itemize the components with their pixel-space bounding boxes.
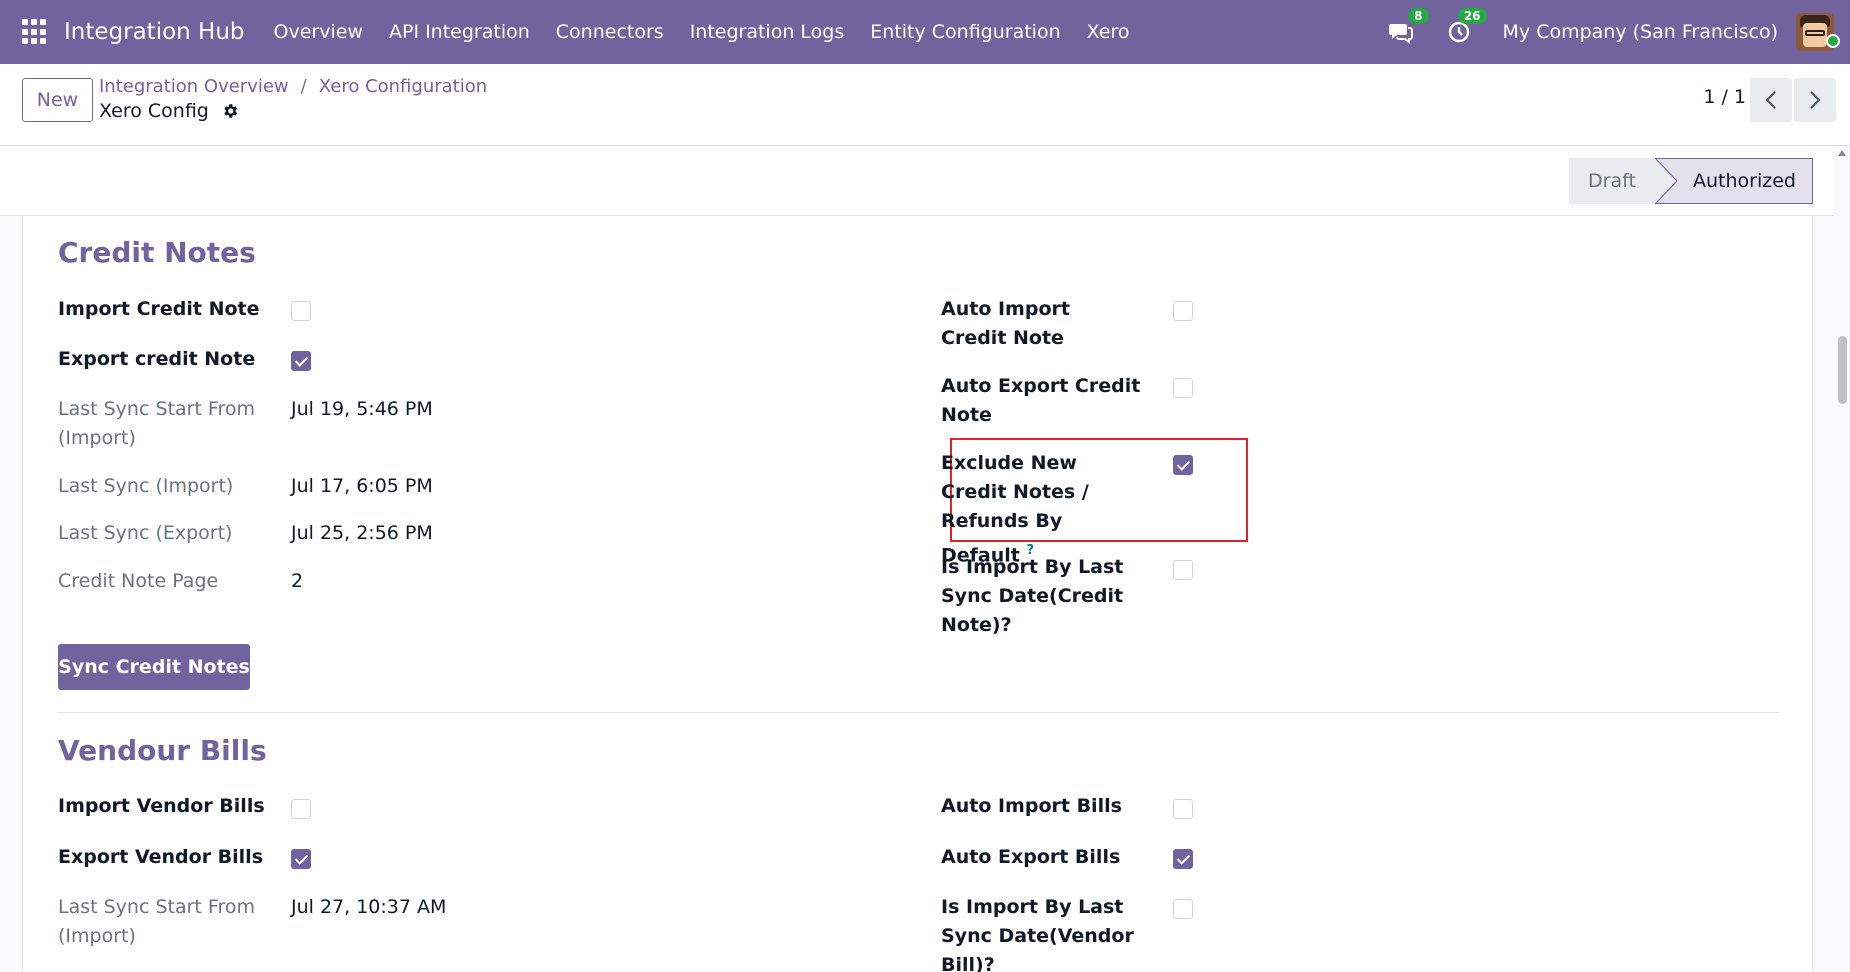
chevron-left-icon bbox=[1765, 91, 1776, 109]
breadcrumb-separator: / bbox=[300, 76, 307, 97]
record-title: Xero Config bbox=[99, 100, 239, 122]
checkbox-exclude-new-credit-notes[interactable] bbox=[1173, 455, 1193, 475]
menu-item-integration-logs[interactable]: Integration Logs bbox=[690, 21, 845, 43]
top-navbar: Integration Hub Overview API Integration… bbox=[0, 0, 1850, 64]
breadcrumb-integration-overview[interactable]: Integration Overview bbox=[99, 76, 289, 97]
field-label-auto-import-credit-note: Auto Import Credit Note bbox=[941, 298, 1070, 349]
field-label-import-by-last-sync-credit-note: Is Import By Last Sync Date(Credit Note)… bbox=[941, 556, 1124, 636]
gear-icon[interactable] bbox=[221, 102, 239, 120]
checkbox-auto-export-credit-note[interactable] bbox=[1173, 378, 1193, 398]
pager-next-button[interactable] bbox=[1794, 78, 1836, 122]
field-label-import-vendor-bills: Import Vendor Bills bbox=[58, 795, 265, 817]
activities-clock-icon[interactable]: 26 bbox=[1445, 8, 1487, 46]
menu-item-overview[interactable]: Overview bbox=[274, 21, 363, 43]
status-bar: Draft Authorized bbox=[0, 146, 1850, 216]
messages-icon[interactable]: 8 bbox=[1387, 8, 1429, 46]
scrollbar-thumb[interactable] bbox=[1838, 336, 1847, 404]
field-label-import-credit-note: Import Credit Note bbox=[58, 298, 260, 320]
new-button[interactable]: New bbox=[22, 78, 93, 122]
activities-badge: 26 bbox=[1457, 8, 1487, 24]
checkbox-auto-import-bills[interactable] bbox=[1173, 799, 1193, 819]
company-switcher[interactable]: My Company (San Francisco) bbox=[1503, 21, 1778, 43]
field-label-credit-note-page: Credit Note Page bbox=[58, 570, 219, 592]
control-panel: New Integration Overview / Xero Configur… bbox=[0, 64, 1850, 146]
section-title-credit-notes: Credit Notes bbox=[58, 236, 256, 269]
checkbox-import-vendor-bills[interactable] bbox=[291, 799, 311, 819]
checkbox-import-credit-note[interactable] bbox=[291, 301, 311, 321]
menu-item-api-integration[interactable]: API Integration bbox=[389, 21, 530, 43]
field-value-vendor-last-sync-start-import[interactable]: Jul 27, 10:37 AM bbox=[291, 893, 446, 922]
section-divider bbox=[58, 712, 1779, 713]
field-label-auto-import-bills: Auto Import Bills bbox=[941, 795, 1122, 817]
page-scrollbar[interactable] bbox=[1834, 146, 1850, 972]
field-value-credit-note-page[interactable]: 2 bbox=[291, 567, 303, 596]
field-label-export-credit-note: Export credit Note bbox=[58, 348, 256, 370]
breadcrumb-xero-configuration[interactable]: Xero Configuration bbox=[319, 76, 487, 97]
sync-credit-notes-button[interactable]: Sync Credit Notes bbox=[58, 644, 250, 690]
checkbox-import-by-last-sync-vendor-bill[interactable] bbox=[1173, 899, 1193, 919]
field-value-last-sync-start-import[interactable]: Jul 19, 5:46 PM bbox=[291, 395, 433, 424]
chevron-right-icon bbox=[1810, 91, 1821, 109]
menu-item-entity-configuration[interactable]: Entity Configuration bbox=[870, 21, 1060, 43]
field-label-export-vendor-bills: Export Vendor Bills bbox=[58, 846, 264, 868]
checkbox-auto-export-bills[interactable] bbox=[1173, 849, 1193, 869]
online-status-dot bbox=[1826, 34, 1840, 48]
checkbox-import-by-last-sync-credit-note[interactable] bbox=[1173, 560, 1193, 580]
apps-menu-icon[interactable] bbox=[22, 19, 48, 45]
menu-item-xero[interactable]: Xero bbox=[1087, 21, 1130, 43]
stage-arrow-icon bbox=[1655, 158, 1678, 204]
app-brand[interactable]: Integration Hub bbox=[64, 19, 245, 45]
breadcrumb: Integration Overview / Xero Configuratio… bbox=[99, 76, 487, 97]
field-label-vendor-last-sync-start-import: Last Sync Start From (Import) bbox=[58, 896, 255, 947]
field-value-last-sync-import[interactable]: Jul 17, 6:05 PM bbox=[291, 472, 433, 501]
field-label-import-by-last-sync-vendor-bill: Is Import By Last Sync Date(Vendor Bill)… bbox=[941, 896, 1134, 972]
field-label-auto-export-credit-note: Auto Export Credit Note bbox=[941, 375, 1141, 426]
scroll-up-arrow-icon[interactable] bbox=[1838, 150, 1846, 156]
pager-value[interactable]: 1 / 1 bbox=[1703, 86, 1746, 108]
stage-draft[interactable]: Draft bbox=[1569, 158, 1655, 204]
field-label-exclude-new-credit-notes-text: Exclude New Credit Notes / Refunds By De… bbox=[941, 452, 1089, 567]
record-title-text: Xero Config bbox=[99, 100, 209, 122]
checkbox-export-vendor-bills[interactable] bbox=[291, 849, 311, 869]
checkbox-auto-import-credit-note[interactable] bbox=[1173, 301, 1193, 321]
menu-item-connectors[interactable]: Connectors bbox=[556, 21, 664, 43]
pager-previous-button[interactable] bbox=[1750, 78, 1792, 122]
field-label-last-sync-start-import: Last Sync Start From (Import) bbox=[58, 398, 255, 449]
form-sheet: Credit Notes Import Credit Note Export c… bbox=[22, 216, 1813, 972]
messages-badge: 8 bbox=[1408, 8, 1429, 24]
field-value-last-sync-export[interactable]: Jul 25, 2:56 PM bbox=[291, 519, 433, 548]
checkbox-export-credit-note[interactable] bbox=[291, 351, 311, 371]
field-label-auto-export-bills: Auto Export Bills bbox=[941, 846, 1121, 868]
field-label-last-sync-export: Last Sync (Export) bbox=[58, 522, 233, 544]
section-title-vendor-bills: Vendour Bills bbox=[58, 734, 267, 767]
field-label-last-sync-import: Last Sync (Import) bbox=[58, 475, 234, 497]
